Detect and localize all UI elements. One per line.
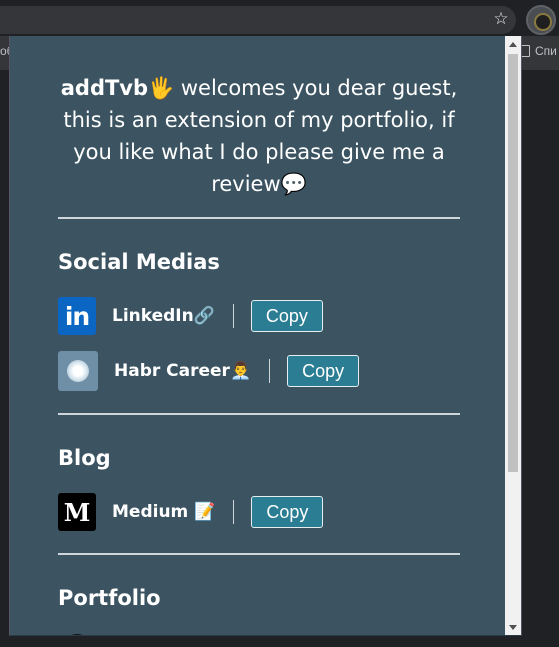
linkedin-link[interactable]: LinkedIn🔗 (112, 306, 215, 326)
medium-logo-icon[interactable]: M (58, 493, 96, 531)
browser-toolbar: ☆ (0, 0, 559, 36)
extension-icon[interactable] (526, 5, 556, 35)
section-title-social: Social Medias (58, 250, 220, 274)
author-name: addTvb (60, 76, 149, 100)
medium-link[interactable]: Medium 📝 (112, 502, 215, 522)
bookmark-star-icon[interactable]: ☆ (491, 9, 511, 29)
habr-logo-glow (67, 360, 89, 382)
link-row-medium: M Medium 📝 Copy (58, 492, 324, 532)
section-title-blog: Blog (58, 446, 111, 470)
speech-bubble-emoji: 💬 (280, 172, 307, 196)
welcome-message: addTvb🖐 welcomes you dear guest, this is… (50, 72, 468, 200)
divider (58, 553, 460, 555)
reading-list-label: Спи (535, 44, 557, 58)
reading-list-item[interactable]: Спи (520, 44, 557, 58)
linkedin-logo-icon[interactable]: in (58, 297, 96, 335)
separator (232, 304, 234, 328)
scroll-up-arrow-icon[interactable] (509, 42, 517, 47)
portfolio-logo-icon[interactable] (62, 634, 92, 635)
scroll-down-arrow-icon[interactable] (509, 625, 517, 630)
divider (58, 413, 460, 415)
popup-scrollbar[interactable] (505, 36, 521, 635)
copy-medium-button[interactable]: Copy (251, 496, 324, 528)
link-row-habr: Habr Career👨‍💼 Copy (58, 351, 360, 391)
medium-logo-text: M (63, 497, 91, 527)
habr-career-link[interactable]: Habr Career👨‍💼 (114, 361, 251, 381)
copy-linkedin-button[interactable]: Copy (250, 300, 323, 332)
linkedin-logo-text: in (64, 301, 90, 331)
scrollbar-thumb[interactable] (508, 54, 518, 472)
link-row-linkedin: in LinkedIn🔗 Copy (58, 296, 323, 336)
waving-hand-emoji: 🖐 (148, 76, 175, 100)
copy-habr-button[interactable]: Copy (287, 355, 360, 387)
separator (233, 500, 235, 524)
section-title-portfolio: Portfolio (58, 586, 161, 610)
habr-career-logo-icon[interactable] (58, 351, 98, 391)
address-bar[interactable] (0, 6, 516, 34)
extension-popup: addTvb🖐 welcomes you dear guest, this is… (9, 36, 522, 636)
separator (269, 359, 271, 383)
divider (58, 217, 460, 219)
